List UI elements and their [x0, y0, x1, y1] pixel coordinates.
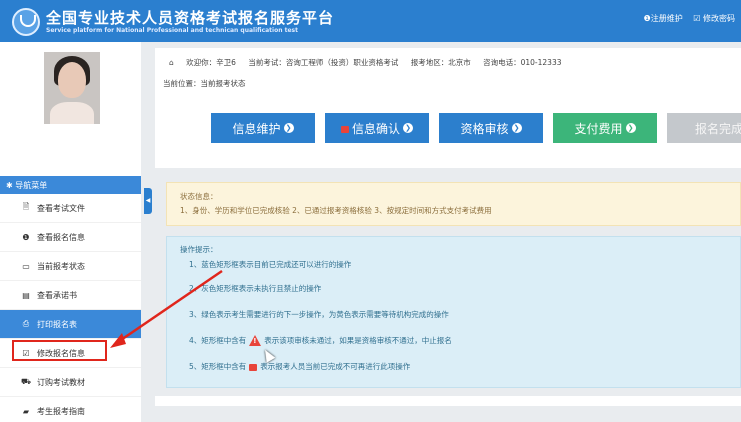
sidebar-item-label: 当前报考状态 [37, 261, 85, 271]
tip-item: 3、绿色表示考生需要进行的下一步操作，为黄色表示需要等待机构完成的操作 [189, 310, 449, 319]
arrow-circle-icon: ❯ [403, 123, 413, 133]
card-icon: ▤ [22, 290, 30, 300]
user-info-line: ⌂ 欢迎你：辛卫6 当前考试：咨询工程师（投资）职业资格考试 报考地区：北京市 … [169, 57, 572, 68]
profile-area [0, 42, 141, 176]
cart-icon: ⛟ [20, 377, 32, 386]
sidebar-item-view-exam-files[interactable]: 🗎 查看考试文件 [0, 194, 141, 223]
step-pay-fee-button[interactable]: 支付费用 ❯ [553, 113, 657, 143]
annotation-highlight-box [12, 340, 107, 361]
step-qualification-review-button[interactable]: 资格审核 ❯ [439, 113, 543, 143]
sidebar-item-view-pledge[interactable]: ▤ 查看承诺书 [0, 281, 141, 310]
tip-item: 4、矩形框中含有 表示该项审核未通过，如果是资格审核不通过，中止报名 [189, 335, 452, 346]
user-photo [44, 52, 100, 124]
arrow-circle-icon: ❯ [283, 123, 294, 133]
info-circle-icon: ❶ [22, 232, 30, 242]
sidebar-item-view-registration[interactable]: ❶ 查看报名信息 [0, 223, 141, 252]
top-header: 全国专业技术人员资格考试报名服务平台 Service platform for … [0, 0, 741, 42]
arrow-circle-icon: ❯ [511, 123, 522, 133]
step-info-maintain-button[interactable]: 信息维护 ❯ [211, 113, 315, 143]
collapse-sidebar-icon[interactable]: ◀ [144, 188, 152, 214]
register-maintain-link[interactable]: ❶注册维护 [644, 14, 683, 23]
home-icon: ⌂ [169, 58, 174, 67]
status-body: 1、身份、学历和学位已完成核验 2、已通过报考资格核验 3、按规定时间和方式支付… [180, 206, 492, 215]
sidebar-item-current-status[interactable]: ▭ 当前报考状态 [0, 252, 141, 281]
step-registration-complete-button: 报名完成 [667, 113, 741, 143]
printer-icon: ⎙ [22, 319, 30, 328]
sidebar-item-print-form[interactable]: ⎙ 打印报名表 [0, 310, 141, 339]
sidebar-item-label: 打印报名表 [37, 319, 77, 329]
document-icon: 🗎 [22, 202, 30, 211]
step-info-confirm-button[interactable]: 信息确认 ❯ [325, 113, 429, 143]
exam-region: 报考地区：北京市 [410, 58, 471, 67]
tip-item: 5、矩形框中含有 表示报考人员当前已完成不可再进行此项操作 [189, 362, 411, 371]
welcome-text: 欢迎你：辛卫6 [186, 58, 236, 67]
sidebar-item-label: 订购考试教材 [37, 377, 85, 387]
book-icon: ▰ [22, 406, 30, 416]
monitor-icon: ▭ [22, 261, 30, 271]
pta-logo-icon [12, 8, 40, 36]
info-panel: ⌂ 欢迎你：辛卫6 当前考试：咨询工程师（投资）职业资格考试 报考地区：北京市 … [155, 48, 741, 168]
tips-title: 操作提示： [180, 245, 218, 254]
status-title: 状态信息： [180, 192, 218, 201]
arrow-circle-icon: ❯ [625, 123, 636, 133]
lock-icon [249, 364, 258, 371]
lock-icon [340, 125, 349, 133]
progress-steps: 信息维护 ❯ 信息确认 ❯ 资格审核 ❯ 支付费用 ❯ 报名完成 [211, 113, 741, 143]
current-exam: 当前考试：咨询工程师（投资）职业资格考试 [248, 58, 399, 67]
nav-menu-header: ✱ 导航菜单 [0, 176, 141, 194]
sidebar-item-label: 查看考试文件 [37, 203, 85, 213]
step-label: 报名完成 [694, 121, 741, 136]
step-label: 支付费用 [574, 121, 623, 136]
sidebar-menu: 🗎 查看考试文件 ❶ 查看报名信息 ▭ 当前报考状态 ▤ 查看承诺书 ⎙ 打印报… [0, 194, 141, 422]
sidebar-item-label: 考生报考指南 [37, 406, 85, 416]
change-password-link[interactable]: ☑ 修改密码 [693, 14, 735, 23]
site-title: 全国专业技术人员资格考试报名服务平台 [46, 9, 335, 27]
status-info-panel: 状态信息： 1、身份、学历和学位已完成核验 2、已通过报考资格核验 3、按规定时… [166, 182, 741, 226]
tip-item: 2、灰色矩形框表示未执行且禁止的操作 [189, 284, 322, 293]
step-label: 信息维护 [232, 121, 281, 136]
help-phone: 咨询电话：010-12333 [483, 58, 562, 67]
step-label: 资格审核 [460, 121, 509, 136]
breadcrumb: 当前位置：当前报考状态 [163, 79, 246, 88]
sidebar-item-exam-guide[interactable]: ▰ 考生报考指南 [0, 397, 141, 422]
sidebar-item-label: 查看承诺书 [37, 290, 77, 300]
bottom-bar [155, 396, 741, 406]
site-subtitle: Service platform for National Profession… [46, 27, 298, 34]
sidebar-item-label: 查看报名信息 [37, 232, 85, 242]
operation-tips-panel: 操作提示： 1、蓝色矩形框表示目前已完成还可以进行的操作 2、灰色矩形框表示未执… [166, 236, 741, 388]
sidebar-item-order-textbooks[interactable]: ⛟ 订购考试教材 [0, 368, 141, 397]
step-label: 信息确认 [351, 121, 400, 136]
warning-icon [249, 335, 262, 346]
top-links: ❶注册维护 ☑ 修改密码 [636, 13, 735, 24]
tip-item: 1、蓝色矩形框表示目前已完成还可以进行的操作 [189, 260, 352, 269]
